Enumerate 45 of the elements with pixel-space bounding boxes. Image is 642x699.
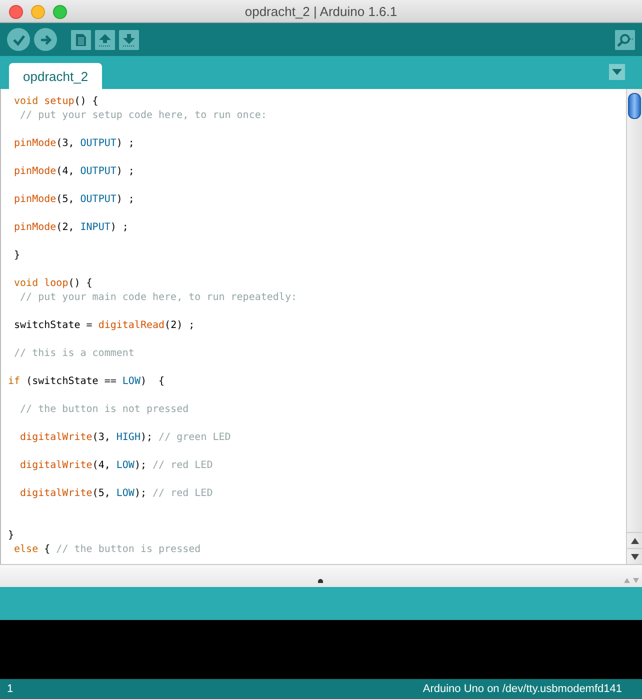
upload-arrow-icon [98,32,112,46]
upload-button[interactable] [34,28,57,51]
document-icon [75,32,87,46]
download-arrow-icon [122,32,136,46]
arrow-right-icon [38,32,52,46]
serial-monitor-button[interactable] [615,30,635,50]
open-button[interactable] [95,30,115,50]
divider-handle[interactable] [318,579,323,583]
minimize-button[interactable] [31,5,45,19]
down-arrow-icon [630,554,638,560]
scroll-thumb[interactable] [628,93,641,119]
tab-menu-button[interactable] [609,64,625,80]
code-line: digitalWrite(4, LOW); // red LED [19,459,214,473]
code-line: pinMode(5, OUTPUT) ; [13,193,136,207]
close-button[interactable] [9,5,23,19]
save-button[interactable] [119,30,139,50]
code-line: // the button is not pressed [19,403,190,417]
check-icon [12,32,26,46]
code-line: if (switchState == LOW) { [8,375,166,389]
caret-icon [612,69,622,75]
board-port-label: Arduino Uno on /dev/tty.usbmodemfd141 [422,683,622,695]
collapse-arrows-icon[interactable] [624,578,640,583]
zoom-button[interactable] [53,5,67,19]
code-line: } [13,249,22,263]
line-number: 1 [7,683,14,695]
code-line: digitalWrite(5, LOW); // red LED [19,487,214,501]
code-line: else { // the button is pressed [13,543,202,557]
code-line: void setup() { [13,95,100,109]
code-line: pinMode(3, OUTPUT) ; [13,137,136,151]
verify-button[interactable] [7,28,30,51]
code-line: // put your main code here, to run repeatedly: [19,291,298,305]
code-line: // put your setup code here, to run once: [19,109,268,123]
code-line: pinMode(2, INPUT) ; [13,221,130,235]
code-line: switchState = digitalRead(2) ; [13,319,196,333]
vertical-scrollbar[interactable] [626,89,642,564]
magnifier-icon [616,32,634,46]
new-button[interactable] [71,30,91,50]
code-line: digitalWrite(3, HIGH); // green LED [19,431,232,445]
code-line: pinMode(4, OUTPUT) ; [13,165,136,179]
code-line: // this is a comment [13,347,136,361]
up-arrow-icon [630,538,638,544]
code-line: } [8,529,16,543]
code-line: void loop() { [13,277,94,291]
sketch-tab[interactable]: opdracht_2 [9,63,102,89]
window-title: opdracht_2 | Arduino 1.6.1 [244,4,398,18]
